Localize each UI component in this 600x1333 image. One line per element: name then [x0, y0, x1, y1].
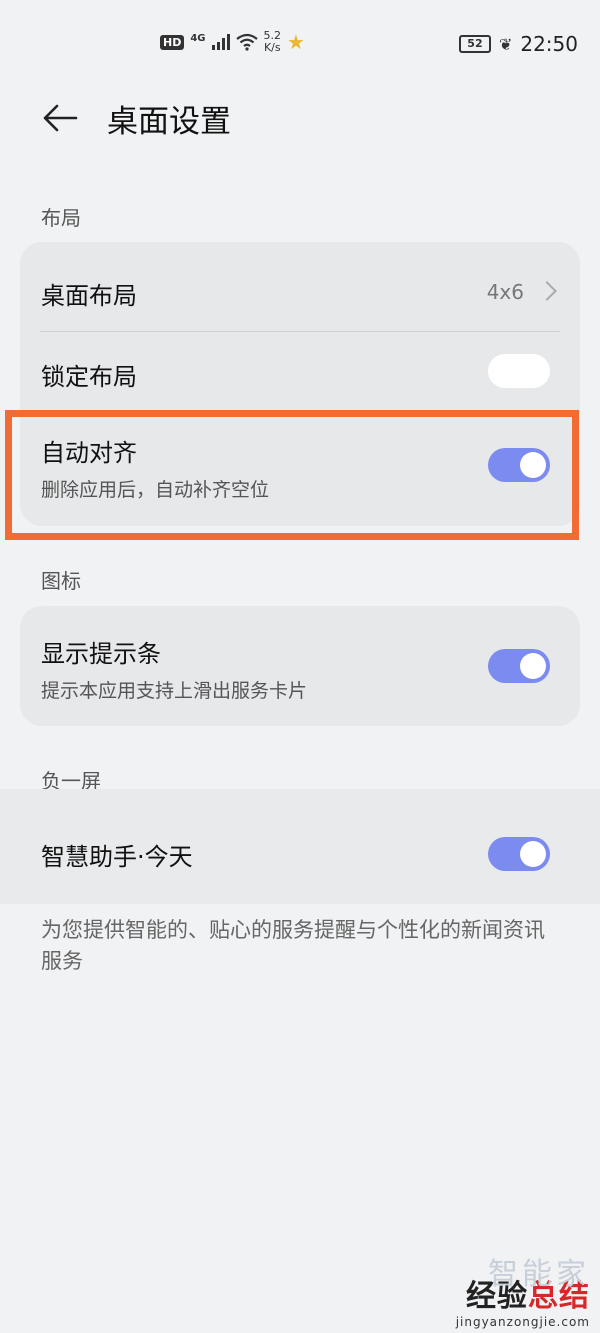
watermark-url: jingyanzongjie.com [455, 1315, 590, 1329]
status-right: 52 ❦ 22:50 [458, 32, 578, 56]
section-label-icons: 图标 [41, 569, 81, 593]
lock-layout-toggle[interactable] [488, 354, 550, 388]
network-type: 4G [190, 32, 206, 44]
row-lock-layout[interactable]: 锁定布局 [20, 332, 580, 412]
row-title: 桌面布局 [41, 282, 137, 310]
row-smart-assistant[interactable]: 智慧助手·今天 [20, 789, 580, 904]
row-show-hint[interactable]: 显示提示条 提示本应用支持上滑出服务卡片 [20, 606, 580, 726]
page-title: 桌面设置 [107, 104, 231, 140]
leaf-icon: ❦ [498, 34, 513, 54]
row-title: 显示提示条 [41, 640, 161, 668]
toggle-knob [520, 653, 546, 679]
toggle-knob [520, 841, 546, 867]
battery-icon: 52 [458, 35, 491, 53]
network-speed: 5.2 K/s [264, 30, 282, 54]
back-arrow-icon [43, 104, 78, 132]
back-button[interactable] [38, 96, 82, 140]
show-hint-toggle[interactable] [488, 649, 550, 683]
header: 桌面设置 [0, 90, 600, 150]
chevron-right-icon [537, 281, 557, 301]
row-title: 锁定布局 [41, 363, 137, 391]
icons-card: 显示提示条 提示本应用支持上滑出服务卡片 [20, 606, 580, 726]
smart-assistant-toggle[interactable] [488, 837, 550, 871]
row-title: 智慧助手·今天 [41, 843, 193, 871]
smart-assistant-band: 智慧助手·今天 [0, 789, 600, 904]
hd-badge: HD [160, 34, 185, 50]
section-label-layout: 布局 [41, 206, 81, 230]
star-icon: ★ [287, 30, 305, 54]
highlight-box [5, 410, 579, 540]
row-desktop-layout[interactable]: 桌面布局 4x6 [20, 242, 580, 331]
layout-value: 4x6 [486, 280, 524, 304]
watermark: 智能家 经验总结 jingyanzongjie.com [455, 1257, 590, 1329]
speed-unit: K/s [263, 41, 281, 54]
watermark-ghost-text: 智能家 [488, 1257, 590, 1292]
status-bar: HD 4G 5.2 K/s ★ 52 ❦ 22:50 [0, 0, 600, 90]
wifi-icon [235, 33, 258, 51]
signal-icon [211, 34, 230, 50]
status-left: HD 4G 5.2 K/s ★ [160, 30, 305, 54]
clock: 22:50 [520, 32, 578, 56]
row-subtitle: 提示本应用支持上滑出服务卡片 [41, 680, 308, 702]
smart-assistant-description: 为您提供智能的、贴心的服务提醒与个性化的新闻资讯服务 [41, 918, 545, 973]
